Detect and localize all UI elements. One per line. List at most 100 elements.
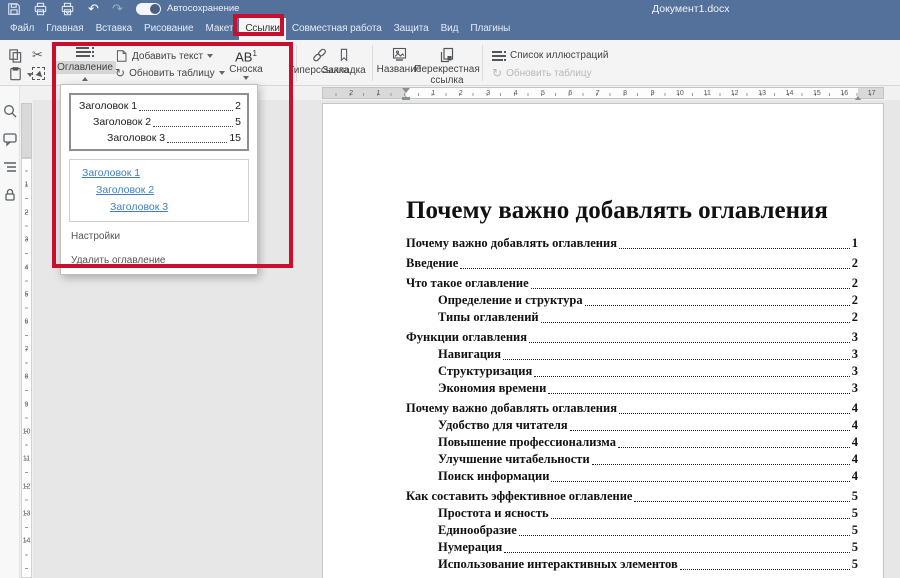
toc-entry[interactable]: Как составить эффективное оглавление 5 xyxy=(406,488,858,505)
ribbon-tab[interactable]: Макет xyxy=(200,18,240,40)
chevron-down-icon xyxy=(243,76,249,83)
toc-page-number: 4 xyxy=(852,400,858,417)
add-text-icon xyxy=(115,49,128,63)
toc-page-number: 2 xyxy=(852,292,858,309)
ribbon-tab[interactable]: Файл xyxy=(4,18,40,40)
update-illustrations-table-button: ↻ Обновить таблицу xyxy=(492,67,592,79)
toc-style-preview-row: Заголовок 12 xyxy=(77,98,241,114)
quick-print-icon[interactable] xyxy=(60,1,75,17)
navigation-icon[interactable] xyxy=(2,159,18,175)
toc-entry[interactable]: Использование интерактивных элементов 5 xyxy=(406,556,858,573)
chevron-up-icon xyxy=(82,74,88,81)
search-icon[interactable] xyxy=(2,103,18,119)
redo-icon[interactable]: ↷ xyxy=(112,0,123,17)
toc-style-classic-option[interactable]: Заголовок 12 Заголовок 25 Заголовок 315 xyxy=(69,93,249,151)
paste-icon xyxy=(8,67,23,82)
footnote-icon: AB1 xyxy=(235,46,257,64)
bookmark-button[interactable]: Закладка xyxy=(320,47,368,76)
dot-leader xyxy=(531,288,850,289)
dot-leader xyxy=(504,552,850,553)
footnote-button[interactable]: AB1 Сноска xyxy=(218,46,274,83)
toc-entry[interactable]: Простота и ясность 5 xyxy=(406,505,858,522)
dot-leader xyxy=(619,413,850,414)
ruler-numbers: 1234567891011121314151617 xyxy=(406,88,872,98)
toc-entry[interactable]: Удобство для читателя 4 xyxy=(406,417,858,434)
ribbon-tab-bar: Файл Главная Вставка Рисование Макет Ссы… xyxy=(0,18,900,40)
chevron-down-icon xyxy=(207,54,213,61)
dot-leader xyxy=(167,142,227,143)
dot-leader xyxy=(585,305,850,306)
bookmark-icon xyxy=(337,47,351,63)
ribbon-toolbar: ✂ Оглавление Добавить текст ↻ Обновить т… xyxy=(0,40,900,86)
toc-settings-menu-item[interactable]: Настройки xyxy=(69,228,249,246)
toc-remove-menu-item[interactable]: Удалить оглавление xyxy=(69,252,249,270)
dot-leader xyxy=(529,342,850,343)
ribbon-tab[interactable]: Плагины xyxy=(464,18,516,40)
ribbon-tab[interactable]: Вставка xyxy=(90,18,138,40)
toc-style-links-option[interactable]: Заголовок 1 Заголовок 2 Заголовок 3 xyxy=(69,159,249,222)
toc-entry[interactable]: Улучшение читабельности 4 xyxy=(406,451,858,468)
toc-entry[interactable]: Экономия времени 3 xyxy=(406,380,858,397)
toc-page-number: 4 xyxy=(852,417,858,434)
dot-leader xyxy=(570,430,850,431)
ribbon-tab[interactable]: Совместная работа xyxy=(286,18,388,40)
dot-leader xyxy=(592,464,850,465)
toc-entry[interactable]: Введение 2 xyxy=(406,255,858,272)
undo-icon[interactable]: ↶ xyxy=(88,0,99,17)
cut-icon[interactable]: ✂ xyxy=(32,47,48,63)
horizontal-ruler-band: 21 1234567891011121314151617 xyxy=(322,87,884,99)
comments-icon[interactable] xyxy=(2,131,18,147)
ribbon-tab[interactable]: Защита xyxy=(388,18,435,40)
toc-page-number: 1 xyxy=(852,235,858,252)
caption-icon xyxy=(391,47,408,63)
toc-page-number: 5 xyxy=(852,522,858,539)
toc-entry[interactable]: Структуризация 3 xyxy=(406,363,858,380)
toc-entry[interactable]: Повышение профессионализма 4 xyxy=(406,434,858,451)
title-bar: ↶ ↷ Автосохранение Документ1.docx xyxy=(0,0,900,18)
document-page[interactable]: Почему важно добавлять оглавления Почему… xyxy=(322,103,884,578)
save-icon[interactable] xyxy=(7,1,21,17)
dot-leader xyxy=(519,535,850,536)
toc-page-number: 2 xyxy=(852,255,858,272)
copy-icon[interactable] xyxy=(8,48,24,64)
refresh-icon: ↻ xyxy=(115,67,125,79)
left-sidebar xyxy=(0,86,20,578)
toc-entry[interactable]: Поиск информации 4 xyxy=(406,468,858,485)
dot-leader xyxy=(634,501,849,502)
footnote-label: Сноска xyxy=(229,64,262,75)
ribbon-tab[interactable]: Главная xyxy=(40,18,89,40)
autosave-toggle[interactable] xyxy=(136,3,161,15)
update-table-button[interactable]: ↻ Обновить таблицу xyxy=(115,67,225,79)
toc-entry[interactable]: Навигация 3 xyxy=(406,346,858,363)
toc-page-number: 2 xyxy=(852,309,858,326)
toc-entry[interactable]: Единообразие 5 xyxy=(406,522,858,539)
dot-leader xyxy=(503,359,850,360)
toc-dropdown-menu: Заголовок 12 Заголовок 25 Заголовок 315 … xyxy=(60,84,258,275)
illustrations-list-label: Список иллюстраций xyxy=(510,50,608,61)
select-icon[interactable] xyxy=(32,67,45,80)
table-of-contents-button[interactable]: Оглавление xyxy=(58,45,112,83)
lock-icon[interactable] xyxy=(2,187,18,203)
toc-entry[interactable]: Определение и структура 2 xyxy=(406,292,858,309)
ribbon-tab[interactable]: Ссылки xyxy=(239,18,286,40)
paste-button[interactable] xyxy=(8,67,33,82)
add-text-button[interactable]: Добавить текст xyxy=(115,49,213,63)
toc-entry[interactable]: Функции оглавления 3 xyxy=(406,329,858,346)
toc-entry[interactable]: Типы оглавлений 2 xyxy=(406,309,858,326)
toc-page-number: 5 xyxy=(852,505,858,522)
cross-reference-label-line2: ссылка xyxy=(430,75,463,86)
illustrations-list-button[interactable]: Список иллюстраций xyxy=(492,49,608,61)
ribbon-tab[interactable]: Вид xyxy=(435,18,465,40)
toc-entry[interactable]: Нумерация 5 xyxy=(406,539,858,556)
toc-entry[interactable]: Что такое оглавление 2 xyxy=(406,275,858,292)
dot-leader xyxy=(541,322,850,323)
vertical-ruler-numbers: 1234567891011121314 xyxy=(20,158,33,541)
dot-leader xyxy=(619,248,850,249)
toc-entry[interactable]: Почему важно добавлять оглавления 1 xyxy=(406,235,858,252)
toc-page-number: 3 xyxy=(852,363,858,380)
print-icon[interactable] xyxy=(33,1,48,17)
ribbon-tab[interactable]: Рисование xyxy=(138,18,199,40)
cross-reference-button[interactable]: Перекрестная ссылка xyxy=(416,47,478,86)
bookmark-label: Закладка xyxy=(322,65,365,76)
toc-entry[interactable]: Почему важно добавлять оглавления 4 xyxy=(406,400,858,417)
